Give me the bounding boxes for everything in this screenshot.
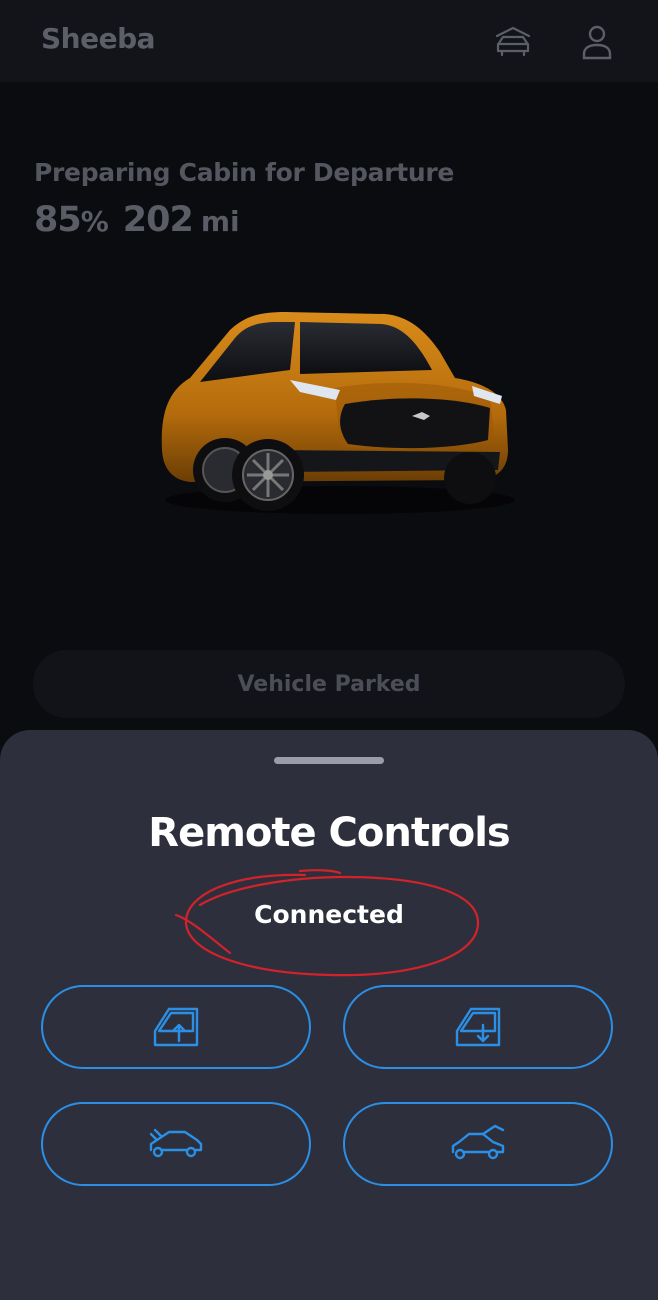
app-screen: Sheeba Preparing Cabin for Departure 85%… — [0, 0, 658, 1300]
window-down-button[interactable] — [343, 985, 613, 1069]
vehicle-image — [150, 300, 515, 520]
range-unit: mi — [200, 205, 240, 238]
window-up-icon — [153, 1007, 199, 1047]
vehicle-name: Sheeba — [41, 22, 156, 55]
remote-controls-sheet: Remote Controls Connected — [0, 730, 658, 1300]
app-header: Sheeba — [0, 0, 658, 82]
charge-percent: 85 — [34, 200, 82, 240]
sheet-title: Remote Controls — [148, 810, 510, 856]
connection-status: Connected — [254, 900, 404, 929]
trunk-open-icon — [451, 1124, 505, 1160]
garage-car-icon[interactable] — [493, 22, 533, 62]
trunk-close-icon — [149, 1128, 203, 1158]
range-value: 202 — [122, 200, 194, 240]
profile-icon[interactable] — [577, 22, 617, 62]
trunk-open-button[interactable] — [343, 1102, 613, 1186]
sheet-drag-handle[interactable] — [274, 757, 384, 764]
vehicle-state-pill: Vehicle Parked — [33, 650, 625, 718]
window-down-icon — [455, 1007, 501, 1047]
cabin-status-title: Preparing Cabin for Departure — [34, 158, 455, 187]
trunk-close-button[interactable] — [41, 1102, 311, 1186]
window-up-button[interactable] — [41, 985, 311, 1069]
charge-unit: % — [80, 205, 109, 238]
charge-range-line: 85% 202 mi — [34, 200, 240, 240]
